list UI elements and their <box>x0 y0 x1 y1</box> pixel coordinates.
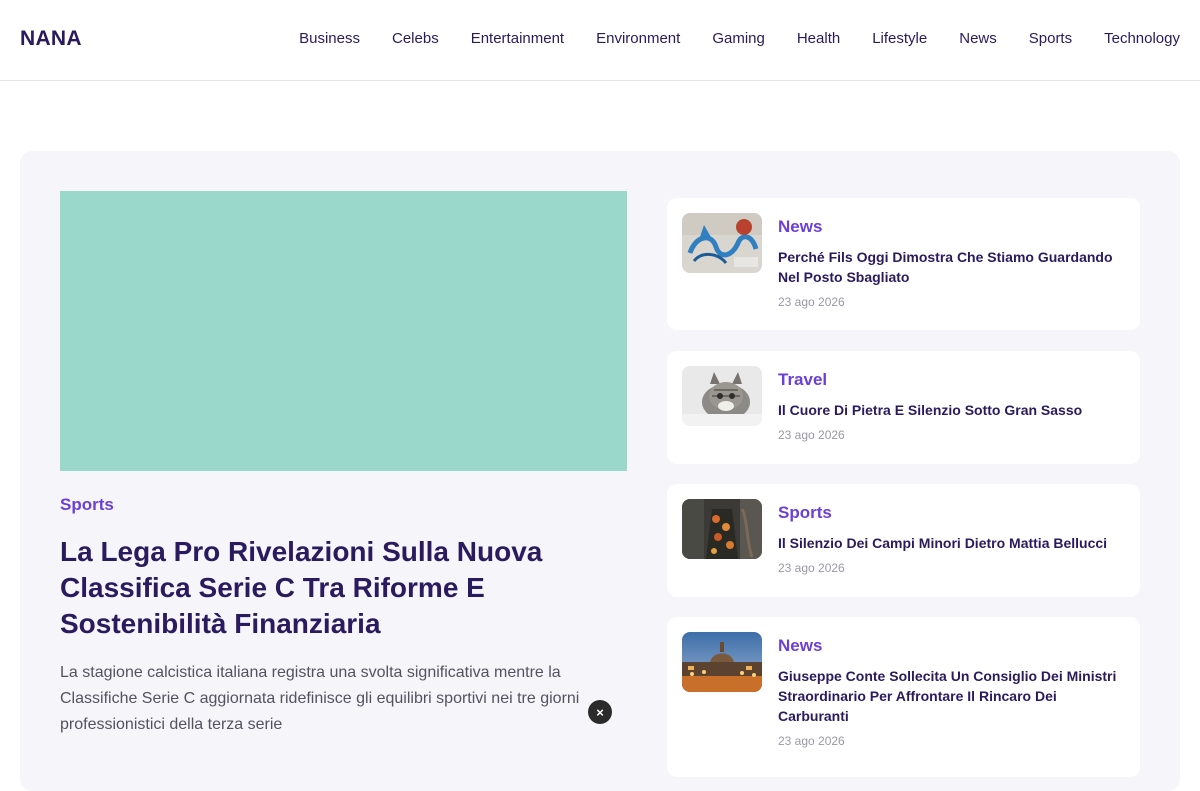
hero-title[interactable]: La Lega Pro Rivelazioni Sulla Nuova Clas… <box>60 534 627 642</box>
card-title[interactable]: Il Silenzio Dei Campi Minori Dietro Matt… <box>778 533 1123 553</box>
nav-lifestyle[interactable]: Lifestyle <box>872 30 927 47</box>
card-category[interactable]: News <box>778 217 822 237</box>
card-category[interactable]: Sports <box>778 503 832 523</box>
card-category[interactable]: News <box>778 636 822 656</box>
graffiti-thumbnail[interactable] <box>682 213 762 273</box>
nav-sports[interactable]: Sports <box>1029 30 1072 47</box>
nav-news[interactable]: News <box>959 30 997 47</box>
nav-business[interactable]: Business <box>299 30 360 47</box>
nav-celebs[interactable]: Celebs <box>392 30 439 47</box>
article-card[interactable]: Sports Il Silenzio Dei Campi Minori Diet… <box>667 484 1140 597</box>
article-card[interactable]: News Giuseppe Conte Sollecita Un Consigl… <box>667 617 1140 777</box>
nav-health[interactable]: Health <box>797 30 840 47</box>
card-category[interactable]: Travel <box>778 370 827 390</box>
card-date: 23 ago 2026 <box>778 295 845 309</box>
city-night-image <box>682 632 762 692</box>
nav-gaming[interactable]: Gaming <box>712 30 765 47</box>
site-header: NANA Business Celebs Entertainment Envir… <box>0 0 1200 81</box>
card-date: 23 ago 2026 <box>778 561 845 575</box>
site-logo[interactable]: NANA <box>20 27 82 51</box>
card-title[interactable]: Perché Fils Oggi Dimostra Che Stiamo Gua… <box>778 247 1123 287</box>
nav-entertainment[interactable]: Entertainment <box>471 30 564 47</box>
hero-article: Sports La Lega Pro Rivelazioni Sulla Nuo… <box>60 191 627 738</box>
card-title[interactable]: Giuseppe Conte Sollecita Un Consiglio De… <box>778 666 1123 726</box>
floral-dress-image <box>682 499 762 559</box>
article-card[interactable]: Travel Il Cuore Di Pietra E Silenzio Sot… <box>667 351 1140 464</box>
main-nav: Business Celebs Entertainment Environmen… <box>267 30 1180 47</box>
graffiti-wall-image <box>682 213 762 273</box>
card-title[interactable]: Il Cuore Di Pietra E Silenzio Sotto Gran… <box>778 400 1123 420</box>
featured-panel: Sports La Lega Pro Rivelazioni Sulla Nuo… <box>20 151 1180 791</box>
dress-thumbnail[interactable] <box>682 499 762 559</box>
card-date: 23 ago 2026 <box>778 734 845 748</box>
close-icon[interactable]: × <box>588 700 612 724</box>
hero-image[interactable] <box>60 191 627 471</box>
hero-excerpt: La stagione calcistica italiana registra… <box>60 664 580 733</box>
article-card[interactable]: News Perché Fils Oggi Dimostra Che Stiam… <box>667 198 1140 330</box>
hero-category[interactable]: Sports <box>60 495 627 515</box>
nav-environment[interactable]: Environment <box>596 30 680 47</box>
cat-thumbnail[interactable] <box>682 366 762 426</box>
tabby-cat-image <box>682 366 762 426</box>
card-date: 23 ago 2026 <box>778 428 845 442</box>
city-thumbnail[interactable] <box>682 632 762 692</box>
nav-technology[interactable]: Technology <box>1104 30 1180 47</box>
